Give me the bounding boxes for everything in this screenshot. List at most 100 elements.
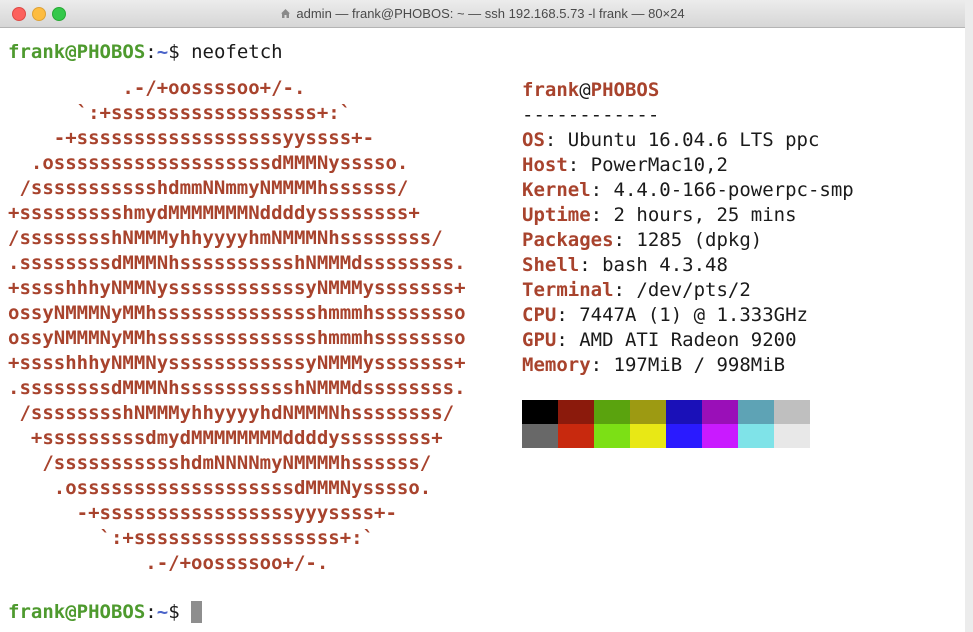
ascii-art-line: .-/+oossssoo+/-.: [8, 77, 306, 99]
info-colon: :: [590, 204, 603, 226]
command-text: neofetch: [179, 41, 283, 63]
color-swatch: [666, 400, 702, 424]
color-swatch: [666, 424, 702, 448]
info-key: Kernel: [522, 179, 591, 201]
info-row-os: OS: Ubuntu 16.04.6 LTS ppc: [522, 128, 854, 153]
ascii-art-line: .ssssssssdMMMNhsssssssssshNMMMdssssssss.: [8, 252, 466, 274]
scrollbar-track[interactable]: [965, 0, 973, 632]
ascii-art-line: ossyNMMMNyMMhsssssssssssssshmmmhssssssso: [8, 302, 466, 324]
ascii-art-line: -+ssssssssssssssssssyyssss+-: [8, 127, 375, 149]
color-swatch: [774, 424, 810, 448]
info-colon: :: [590, 354, 603, 376]
info-separator: ------------: [522, 104, 660, 126]
color-swatch: [630, 424, 666, 448]
ascii-art-line: +sssssssssdmydMMMMMMMMddddyssssssss+: [8, 427, 443, 449]
title-bar[interactable]: admin — frank@PHOBOS: ~ — ssh 192.168.5.…: [0, 0, 965, 28]
color-swatch: [594, 424, 630, 448]
ascii-art-line: `:+ssssssssssssssssss+:`: [8, 527, 375, 549]
info-key: Shell: [522, 254, 580, 276]
info-value: AMD ATI Radeon 9200: [567, 329, 797, 351]
color-swatch: [558, 424, 594, 448]
prompt-path: ~: [156, 41, 169, 63]
info-colon: :: [613, 229, 625, 251]
ascii-art-line: /ssssssssssshdmmNNmmyNMMMMhssssss/: [8, 177, 409, 199]
ascii-art-line: .ssssssssdMMMNhsssssssssshNMMMdssssssss.: [8, 377, 466, 399]
prompt-user-host-2: frank@PHOBOS: [8, 601, 146, 623]
info-value: PowerMac10,2: [579, 154, 728, 176]
system-info: frank@PHOBOS ------------ OS: Ubuntu 16.…: [522, 78, 854, 378]
ascii-art-line: /sssssssshNMMMyhhyyyyhdNMMMNhssssssss/: [8, 402, 455, 424]
color-swatch: [738, 424, 774, 448]
info-colon: :: [556, 304, 568, 326]
ascii-art-line: `:+ssssssssssssssssss+:`: [8, 102, 352, 124]
info-host: PHOBOS: [590, 79, 660, 101]
prompt-dollar: $: [168, 41, 180, 63]
color-swatch: [702, 424, 738, 448]
color-swatch: [594, 400, 630, 424]
prompt-path-2: ~: [156, 601, 169, 623]
info-row-host: Host: PowerMac10,2: [522, 153, 854, 178]
info-row-gpu: GPU: AMD ATI Radeon 9200: [522, 328, 854, 353]
info-value: 1285 (dpkg): [624, 229, 763, 251]
color-swatch: [630, 400, 666, 424]
info-key: GPU: [522, 329, 557, 351]
ascii-art-line: -+sssssssssssssssssyyyssss+-: [8, 502, 397, 524]
info-value: 7447A (1) @ 1.333GHz: [567, 304, 808, 326]
info-colon: :: [579, 254, 591, 276]
info-key: Host: [522, 154, 568, 176]
home-folder-icon: [281, 9, 291, 18]
ascii-art-line: .-/+oossssoo+/-.: [8, 552, 329, 574]
text-cursor: [191, 601, 203, 623]
info-colon: :: [556, 329, 568, 351]
info-row-shell: Shell: bash 4.3.48: [522, 253, 854, 278]
ascii-art-line: +sssshhhyNMMNyssssssssssssyNMMMysssssss+: [8, 277, 466, 299]
window-title: admin — frank@PHOBOS: ~ — ssh 192.168.5.…: [296, 6, 685, 21]
info-value: /dev/pts/2: [624, 279, 751, 301]
info-colon: :: [544, 129, 557, 151]
ascii-art-line: .osssssssssssssssssssdMMMNysssso.: [8, 477, 432, 499]
window-title-container: admin — frank@PHOBOS: ~ — ssh 192.168.5.…: [0, 6, 965, 21]
info-colon: :: [590, 179, 603, 201]
info-user: frank: [522, 79, 580, 101]
info-colon: :: [567, 154, 580, 176]
info-key: OS: [522, 129, 545, 151]
info-row-terminal: Terminal: /dev/pts/2: [522, 278, 854, 303]
info-value: 4.4.0-166-powerpc-smp: [602, 179, 854, 201]
info-row-packages: Packages: 1285 (dpkg): [522, 228, 854, 253]
color-swatch: [522, 400, 558, 424]
prompt-colon: :: [145, 41, 157, 63]
color-swatch: [774, 400, 810, 424]
info-key: CPU: [522, 304, 557, 326]
ascii-art-line: ossyNMMMNyMMhsssssssssssssshmmmhssssssso: [8, 327, 466, 349]
info-key: Memory: [522, 354, 591, 376]
prompt-dollar-2: $: [168, 601, 180, 623]
ascii-art-line: +ssssssssshmydMMMMMMMNddddyssssssss+: [8, 202, 420, 224]
info-row-uptime: Uptime: 2 hours, 25 mins: [522, 203, 854, 228]
info-at: @: [579, 79, 591, 101]
ascii-art-line: +sssshhhyNMMNyssssssssssssyNMMMysssssss+: [8, 352, 466, 374]
second-prompt-line[interactable]: frank@PHOBOS:~$: [8, 600, 203, 625]
info-key: Terminal: [522, 279, 614, 301]
color-swatch: [702, 400, 738, 424]
info-value: Ubuntu 16.04.6 LTS ppc: [556, 129, 820, 151]
prompt-colon-2: :: [145, 601, 157, 623]
color-swatch: [558, 400, 594, 424]
info-value: bash 4.3.48: [590, 254, 728, 276]
color-swatch: [738, 400, 774, 424]
ubuntu-ascii-logo: .-/+oossssoo+/-. `:+ssssssssssssssssss+:…: [8, 76, 466, 576]
info-rows: OS: Ubuntu 16.04.6 LTS ppc Host: PowerMac…: [522, 128, 854, 378]
ascii-art-line: .osssssssssssssssssssdMMMNysssso.: [8, 152, 409, 174]
info-key: Uptime: [522, 204, 591, 226]
info-row-kernel: Kernel: 4.4.0-166-powerpc-smp: [522, 178, 854, 203]
ascii-art-line: /ssssssssssshdmNNNNmyNMMMMhssssss/: [8, 452, 432, 474]
info-user-host: frank@PHOBOS: [522, 78, 854, 103]
info-value: 2 hours, 25 mins: [602, 204, 797, 226]
info-row-memory: Memory: 197MiB / 998MiB: [522, 353, 854, 378]
color-swatch: [522, 424, 558, 448]
color-palette: [522, 400, 810, 448]
ascii-art-line: /sssssssshNMMMyhhyyyyhmNMMMNhssssssss/: [8, 227, 443, 249]
terminal-content[interactable]: frank@PHOBOS:~$ neofetch .-/+oossssoo+/-…: [8, 30, 963, 632]
info-colon: :: [613, 279, 625, 301]
first-prompt-line: frank@PHOBOS:~$ neofetch: [8, 40, 283, 65]
info-value: 197MiB / 998MiB: [602, 354, 786, 376]
